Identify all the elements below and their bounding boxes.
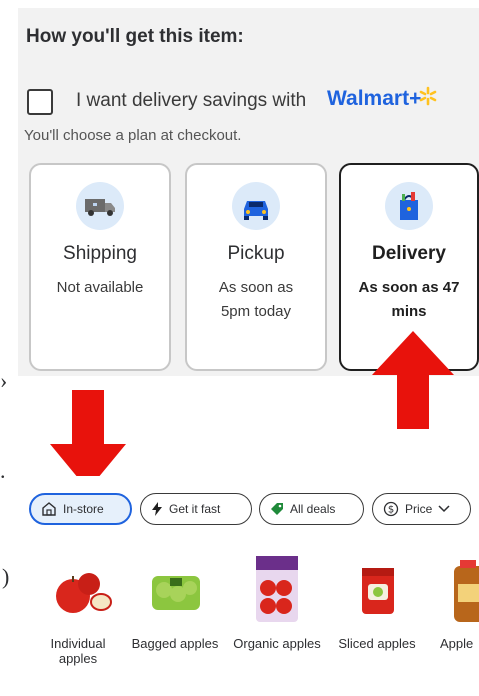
svg-text:$: $ xyxy=(388,505,394,516)
category-label: Bagged apples xyxy=(131,636,219,651)
pickup-title: Pickup xyxy=(227,243,285,264)
filter-chip-get-it-fast[interactable]: Get it fast xyxy=(140,493,252,525)
store-icon xyxy=(42,502,56,516)
organic-apples-image xyxy=(256,556,298,622)
shipping-title: Shipping xyxy=(63,243,137,264)
edge-mark: › xyxy=(0,368,8,393)
category-label: Sliced apples xyxy=(338,636,416,651)
spark-icon xyxy=(419,86,437,106)
individual-apples-image xyxy=(56,573,112,613)
edge-mark: ) xyxy=(2,564,10,589)
filter-chip-label: Price xyxy=(405,502,433,516)
tag-icon xyxy=(271,503,283,515)
bagged-apples-image xyxy=(152,576,200,610)
bag-icon xyxy=(385,182,433,230)
sliced-apples-image xyxy=(362,568,394,614)
category-label: Organic apples xyxy=(233,636,321,651)
dollar-icon: $ xyxy=(383,501,399,517)
filter-chip-price[interactable]: $ Price xyxy=(372,493,471,525)
apple-juice-image xyxy=(454,560,479,622)
delivery-title: Delivery xyxy=(372,243,446,264)
filter-chip-label: In-store xyxy=(63,502,104,516)
red-up-arrow xyxy=(372,331,454,429)
delivery-savings-label: I want delivery savings with xyxy=(76,90,307,111)
delivery-savings-checkbox[interactable] xyxy=(27,89,53,115)
plan-note: You'll choose a plan at checkout. xyxy=(24,127,242,144)
shipping-subtitle: Not available xyxy=(56,279,144,296)
chevron-down-icon xyxy=(438,505,450,513)
lightning-icon xyxy=(152,502,162,516)
filter-chip-label: All deals xyxy=(290,502,336,516)
pickup-subtitle: As soon as 5pm today xyxy=(218,279,294,320)
pickup-option-card[interactable]: Pickup As soon as 5pm today xyxy=(185,163,327,371)
filter-chip-label: Get it fast xyxy=(169,502,221,516)
truck-icon xyxy=(76,182,124,230)
filter-chip-in-store[interactable]: In-store xyxy=(29,493,132,525)
shipping-option-card[interactable]: Shipping Not available xyxy=(29,163,171,371)
car-icon xyxy=(232,182,280,230)
category-label: Individual apples xyxy=(50,636,106,666)
fulfillment-title: How you'll get this item: xyxy=(26,26,244,47)
delivery-subtitle: As soon as 47 mins xyxy=(358,279,460,320)
walmart-plus-logo: Walmart+ xyxy=(327,87,422,110)
edge-mark: . xyxy=(0,458,6,483)
category-label: Apple xyxy=(440,636,474,651)
filter-chip-all-deals[interactable]: All deals xyxy=(259,493,364,525)
